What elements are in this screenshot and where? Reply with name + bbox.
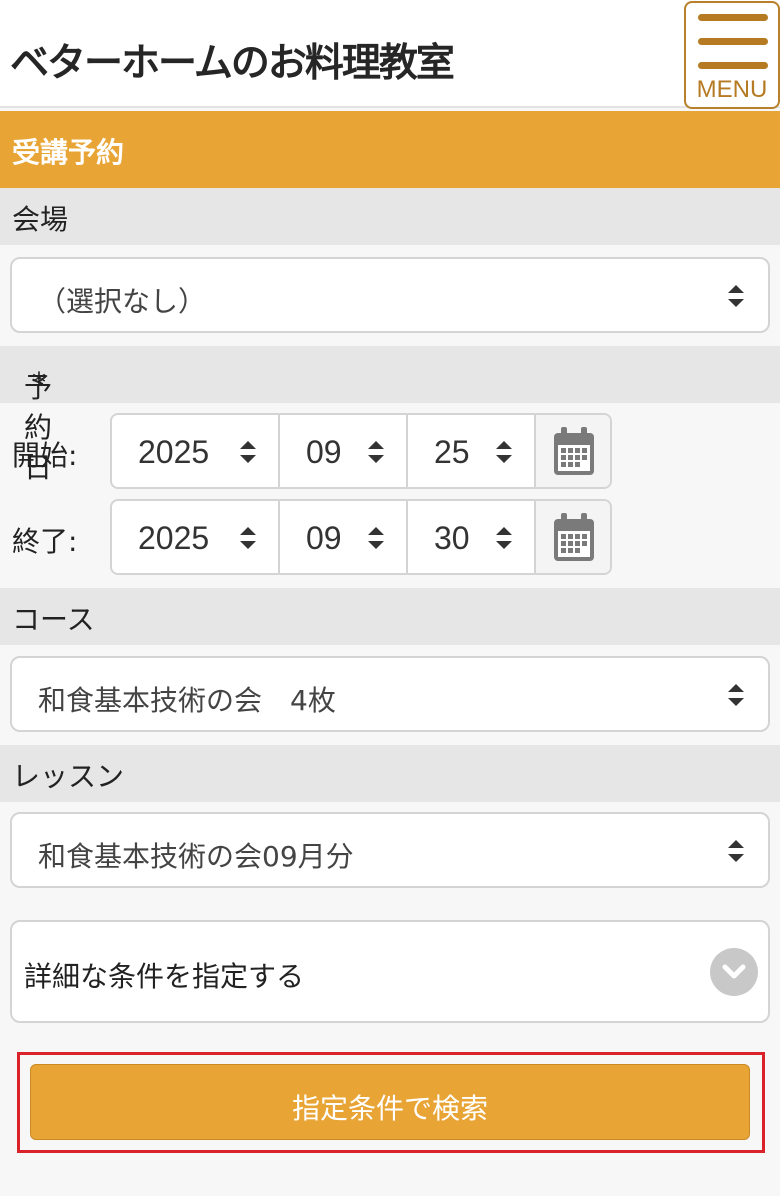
start-month-select[interactable]: 09	[280, 415, 408, 487]
end-year-value: 2025	[138, 520, 210, 556]
end-calendar-button[interactable]	[536, 501, 610, 573]
venue-section-header: 会場	[0, 188, 780, 245]
select-arrows-icon	[728, 684, 744, 706]
venue-label: 会場	[12, 203, 69, 236]
end-day-value: 30	[434, 520, 470, 556]
advanced-conditions-toggle[interactable]: 詳細な条件を指定する	[10, 920, 770, 1023]
lesson-label: レッスン	[12, 760, 125, 793]
search-button[interactable]: 指定条件で検索	[30, 1064, 750, 1140]
menu-button[interactable]: MENU	[684, 1, 780, 109]
required-mark: *	[32, 366, 46, 399]
end-month-select[interactable]: 09	[280, 501, 408, 573]
lesson-select[interactable]: 和食基本技術の会09月分	[10, 812, 770, 888]
end-day-select[interactable]: 30	[408, 501, 536, 573]
advanced-conditions-label: 詳細な条件を指定する	[24, 960, 305, 993]
start-day-value: 25	[434, 434, 470, 470]
start-year-value: 2025	[138, 434, 210, 470]
start-day-select[interactable]: 25	[408, 415, 536, 487]
select-arrows-icon	[368, 527, 384, 549]
end-month-value: 09	[306, 520, 342, 556]
site-logo[interactable]: ベターホームのお料理教室	[10, 32, 455, 88]
site-header: ベターホームのお料理教室 MENU	[0, 0, 780, 109]
select-arrows-icon	[240, 527, 256, 549]
select-arrows-icon	[240, 441, 256, 463]
end-date-label: 終了:	[12, 525, 78, 558]
lesson-selected-value: 和食基本技術の会09月分	[38, 840, 354, 873]
select-arrows-icon	[496, 527, 512, 549]
end-year-select[interactable]: 2025	[112, 501, 280, 573]
start-calendar-button[interactable]	[536, 415, 610, 487]
page-title: 受講予約	[12, 136, 125, 169]
start-year-select[interactable]: 2025	[112, 415, 280, 487]
start-month-value: 09	[306, 434, 342, 470]
course-label: コース	[12, 603, 95, 636]
course-selected-value: 和食基本技術の会 4枚	[38, 684, 336, 717]
select-arrows-icon	[368, 441, 384, 463]
page-title-bar: 受講予約	[0, 111, 780, 188]
venue-select[interactable]: （選択なし）	[10, 257, 770, 333]
course-section-header: コース	[0, 588, 780, 645]
start-date-label: 開始:	[12, 439, 78, 472]
course-select[interactable]: 和食基本技術の会 4枚	[10, 656, 770, 732]
menu-label: MENU	[696, 76, 768, 103]
calendar-icon	[554, 427, 594, 475]
search-button-label: 指定条件で検索	[291, 1092, 488, 1125]
venue-selected-value: （選択なし）	[38, 285, 207, 318]
select-arrows-icon	[728, 840, 744, 862]
reservation-date-section-header: 予約日 *	[0, 346, 780, 484]
calendar-icon	[554, 513, 594, 561]
chevron-down-icon	[710, 948, 758, 996]
start-date-group: 2025 09 25	[110, 413, 612, 489]
lesson-section-header: レッスン	[0, 745, 780, 802]
select-arrows-icon	[496, 441, 512, 463]
select-arrows-icon	[728, 285, 744, 307]
end-date-group: 2025 09 30	[110, 499, 612, 575]
